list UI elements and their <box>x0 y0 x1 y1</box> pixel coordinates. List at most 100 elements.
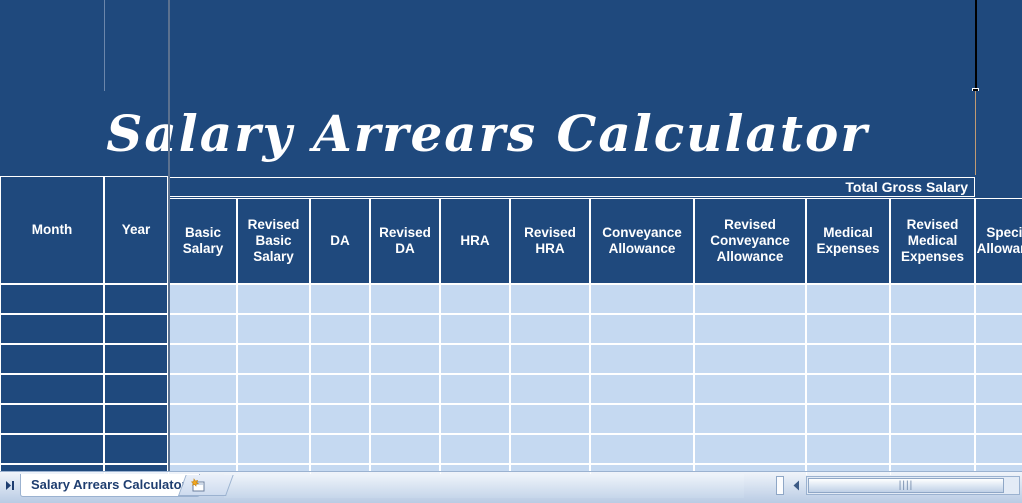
table-cell[interactable] <box>0 284 104 314</box>
table-cell[interactable] <box>237 344 310 374</box>
table-cell[interactable] <box>169 404 237 434</box>
table-cell[interactable] <box>370 404 440 434</box>
table-cell[interactable] <box>694 284 806 314</box>
table-cell[interactable] <box>104 434 168 464</box>
table-cell[interactable] <box>169 434 237 464</box>
table-cell[interactable] <box>975 404 1022 434</box>
table-cell[interactable] <box>104 464 168 471</box>
table-cell[interactable] <box>310 344 370 374</box>
column-header-hra[interactable]: HRA <box>440 198 510 284</box>
table-cell[interactable] <box>169 284 237 314</box>
table-cell[interactable] <box>310 464 370 471</box>
table-cell[interactable] <box>806 284 890 314</box>
title-banner[interactable]: Salary Arrears Calculator <box>0 91 1022 175</box>
table-cell[interactable] <box>169 314 237 344</box>
table-cell[interactable] <box>310 404 370 434</box>
column-header-revised-conveyance-allowance[interactable]: Revised Conveyance Allowance <box>694 198 806 284</box>
table-cell[interactable] <box>510 434 590 464</box>
table-cell[interactable] <box>890 344 975 374</box>
table-cell[interactable] <box>590 314 694 344</box>
table-cell[interactable] <box>237 314 310 344</box>
table-cell[interactable] <box>510 344 590 374</box>
table-cell[interactable] <box>510 374 590 404</box>
table-cell[interactable] <box>104 284 168 314</box>
column-header-revised-basic-salary[interactable]: Revised Basic Salary <box>237 198 310 284</box>
table-cell[interactable] <box>440 404 510 434</box>
table-cell[interactable] <box>590 464 694 471</box>
table-cell[interactable] <box>237 284 310 314</box>
table-cell[interactable] <box>510 314 590 344</box>
column-header-revised-hra[interactable]: Revised HRA <box>510 198 590 284</box>
table-cell[interactable] <box>890 284 975 314</box>
table-cell[interactable] <box>510 284 590 314</box>
table-cell[interactable] <box>440 344 510 374</box>
column-header-basic-salary[interactable]: Basic Salary <box>169 198 237 284</box>
table-cell[interactable] <box>694 404 806 434</box>
table-cell[interactable] <box>310 284 370 314</box>
table-cell[interactable] <box>590 284 694 314</box>
group-header-total-gross-salary[interactable]: Total Gross Salary <box>169 177 975 197</box>
column-header-revised-medical-expenses[interactable]: Revised Medical Expenses <box>890 198 975 284</box>
table-cell[interactable] <box>0 314 104 344</box>
table-cell[interactable] <box>590 404 694 434</box>
table-cell[interactable] <box>310 434 370 464</box>
table-cell[interactable] <box>0 374 104 404</box>
table-cell[interactable] <box>440 434 510 464</box>
table-cell[interactable] <box>370 284 440 314</box>
table-cell[interactable] <box>694 374 806 404</box>
scrollbar-split-handle[interactable] <box>776 476 784 495</box>
table-cell[interactable] <box>104 344 168 374</box>
table-cell[interactable] <box>169 374 237 404</box>
table-cell[interactable] <box>975 314 1022 344</box>
table-cell[interactable] <box>440 374 510 404</box>
table-cell[interactable] <box>694 314 806 344</box>
table-cell[interactable] <box>510 404 590 434</box>
column-header-medical-expenses[interactable]: Medical Expenses <box>806 198 890 284</box>
nav-last-sheet-icon[interactable] <box>2 477 18 493</box>
table-cell[interactable] <box>890 434 975 464</box>
table-cell[interactable] <box>890 374 975 404</box>
table-cell[interactable] <box>590 344 694 374</box>
table-cell[interactable] <box>237 434 310 464</box>
column-header-month[interactable]: Month <box>0 176 104 284</box>
empty-top-rows[interactable] <box>0 0 1022 91</box>
table-cell[interactable] <box>440 464 510 471</box>
table-cell[interactable] <box>310 314 370 344</box>
table-cell[interactable] <box>975 284 1022 314</box>
horizontal-scrollbar[interactable]: |||| <box>760 475 1020 497</box>
table-cell[interactable] <box>975 344 1022 374</box>
table-cell[interactable] <box>890 464 975 471</box>
table-cell[interactable] <box>370 314 440 344</box>
scrollbar-track[interactable]: |||| <box>806 476 1020 495</box>
table-cell[interactable] <box>237 404 310 434</box>
table-cell[interactable] <box>975 434 1022 464</box>
table-cell[interactable] <box>694 344 806 374</box>
worksheet-grid[interactable]: Salary Arrears Calculator Total Gross Sa… <box>0 0 1022 471</box>
table-cell[interactable] <box>104 374 168 404</box>
column-header-da[interactable]: DA <box>310 198 370 284</box>
column-header-revised-da[interactable]: Revised DA <box>370 198 440 284</box>
scroll-left-arrow-icon[interactable] <box>788 476 805 495</box>
table-cell[interactable] <box>237 464 310 471</box>
table-cell[interactable] <box>806 464 890 471</box>
table-cell[interactable] <box>890 314 975 344</box>
insert-worksheet-tab[interactable] <box>178 475 234 496</box>
table-cell[interactable] <box>0 464 104 471</box>
table-cell[interactable] <box>806 434 890 464</box>
table-cell[interactable] <box>169 464 237 471</box>
table-cell[interactable] <box>806 314 890 344</box>
table-cell[interactable] <box>310 374 370 404</box>
table-cell[interactable] <box>590 434 694 464</box>
column-header-year[interactable]: Year <box>104 176 168 284</box>
column-header-conveyance-allowance[interactable]: Conveyance Allowance <box>590 198 694 284</box>
sheet-tab-salary-arrears-calculator[interactable]: Salary Arrears Calculator <box>20 474 200 497</box>
table-cell[interactable] <box>975 464 1022 471</box>
table-cell[interactable] <box>370 374 440 404</box>
table-cell[interactable] <box>370 464 440 471</box>
table-cell[interactable] <box>694 434 806 464</box>
table-cell[interactable] <box>890 404 975 434</box>
table-cell[interactable] <box>440 284 510 314</box>
table-cell[interactable] <box>237 374 310 404</box>
table-cell[interactable] <box>370 434 440 464</box>
table-cell[interactable] <box>169 344 237 374</box>
